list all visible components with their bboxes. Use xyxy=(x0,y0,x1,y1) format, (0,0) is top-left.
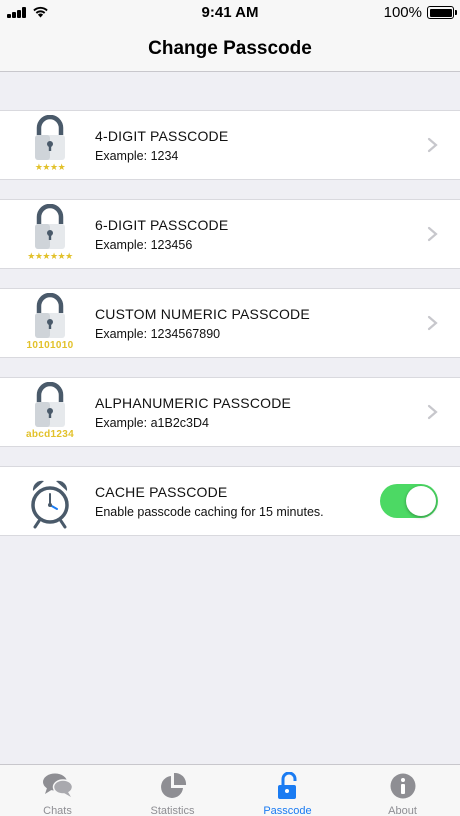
alphanumeric-badge: abcd1234 xyxy=(26,429,74,440)
chevron-right-icon xyxy=(427,404,438,420)
option-title: 4-DIGIT PASSCODE xyxy=(95,128,229,144)
chat-bubbles-icon xyxy=(42,773,73,797)
alarm-clock-icon xyxy=(20,471,80,533)
lock-icon: abcd1234 xyxy=(20,381,80,444)
lock-icon: ★★★★ xyxy=(20,114,80,177)
tab-label: Chats xyxy=(43,805,72,816)
battery-percent: 100% xyxy=(383,4,422,21)
option-custom-numeric-passcode[interactable]: 10101010 CUSTOM NUMERIC PASSCODE Example… xyxy=(0,288,460,358)
stars-badge: ★★★★★★ xyxy=(27,251,73,261)
option-title: CACHE PASSCODE xyxy=(95,484,228,500)
binary-badge: 10101010 xyxy=(26,340,74,351)
option-example: Example: 123456 xyxy=(95,238,193,252)
tab-chats[interactable]: Chats xyxy=(0,765,115,816)
tab-bar: Chats Statistics Passcode About xyxy=(0,764,460,816)
option-title: CUSTOM NUMERIC PASSCODE xyxy=(95,306,310,322)
battery-icon xyxy=(427,6,457,19)
option-example: Example: a1B2c3D4 xyxy=(95,416,209,430)
toggle-knob xyxy=(406,486,436,516)
status-bar: 9:41 AM 100% xyxy=(0,0,460,26)
tab-label: Statistics xyxy=(150,805,195,816)
option-example: Example: 1234567890 xyxy=(95,327,221,341)
chevron-right-icon xyxy=(427,226,438,242)
cache-passcode-toggle[interactable] xyxy=(380,484,438,518)
chevron-right-icon xyxy=(427,137,438,153)
option-alphanumeric-passcode[interactable]: abcd1234 ALPHANUMERIC PASSCODE Example: … xyxy=(0,377,460,447)
unlock-icon xyxy=(277,772,296,799)
info-icon xyxy=(390,773,415,799)
passcode-options-list: ★★★★ 4-DIGIT PASSCODE Example: 1234 ★★★★… xyxy=(0,110,460,555)
stars-badge: ★★★★ xyxy=(34,162,66,172)
page-title: Change Passcode xyxy=(148,37,312,59)
option-title: ALPHANUMERIC PASSCODE xyxy=(95,395,292,411)
lock-icon: ★★★★★★ xyxy=(20,203,80,266)
chevron-right-icon xyxy=(427,315,438,331)
lock-icon: 10101010 xyxy=(20,292,80,355)
cache-passcode-row: CACHE PASSCODE Enable passcode caching f… xyxy=(0,466,460,536)
option-description: Enable passcode caching for 15 minutes. xyxy=(95,505,324,519)
option-title: 6-DIGIT PASSCODE xyxy=(95,217,229,233)
option-6-digit-passcode[interactable]: ★★★★★★ 6-DIGIT PASSCODE Example: 123456 xyxy=(0,199,460,269)
option-4-digit-passcode[interactable]: ★★★★ 4-DIGIT PASSCODE Example: 1234 xyxy=(0,110,460,180)
tab-passcode[interactable]: Passcode xyxy=(230,765,345,816)
pie-chart-icon xyxy=(160,772,186,798)
tab-label: About xyxy=(388,805,417,816)
option-example: Example: 1234 xyxy=(95,149,179,163)
tab-statistics[interactable]: Statistics xyxy=(115,765,230,816)
navigation-bar: Change Passcode xyxy=(0,26,460,72)
tab-about[interactable]: About xyxy=(345,765,460,816)
tab-label: Passcode xyxy=(263,805,312,816)
